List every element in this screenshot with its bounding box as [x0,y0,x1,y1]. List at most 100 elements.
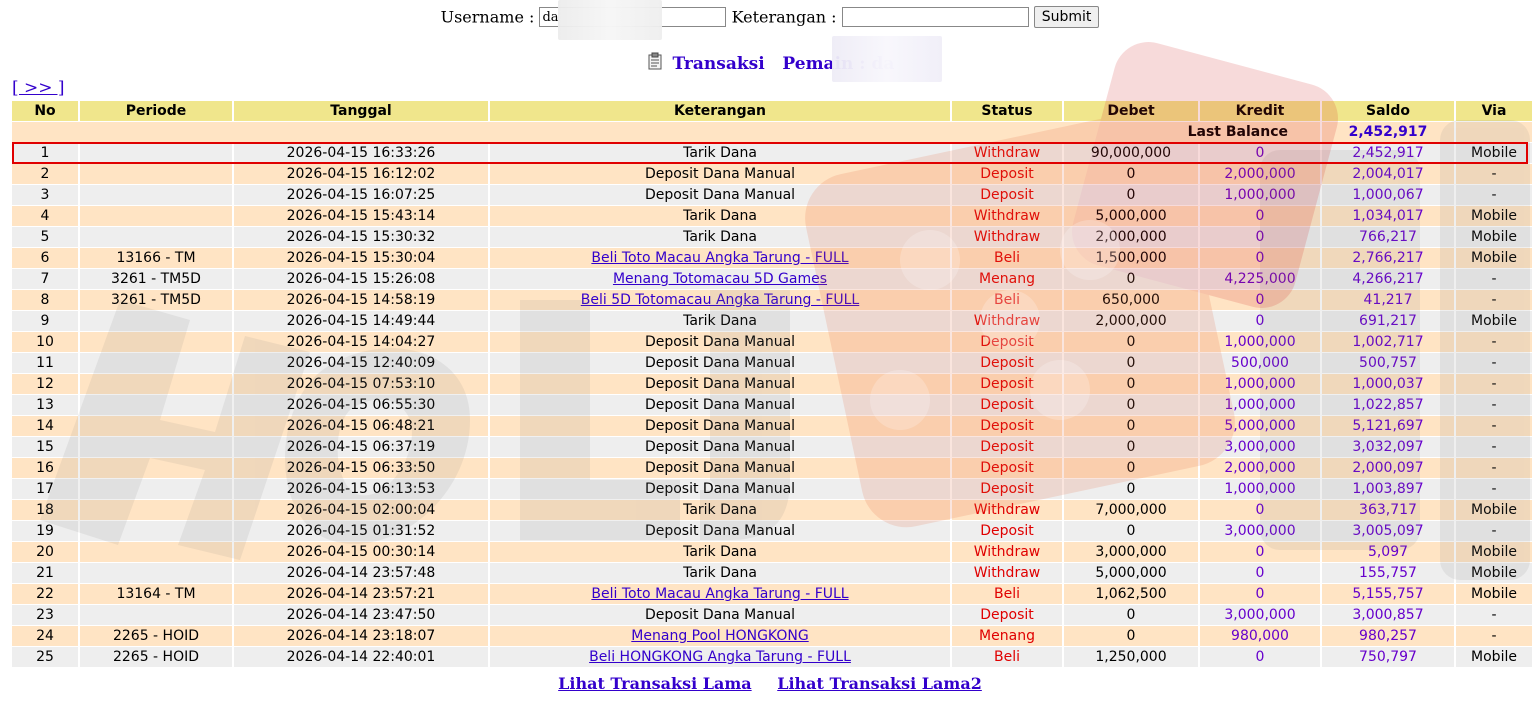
cell-periode [80,458,232,478]
cell-via: Mobile [1456,311,1532,331]
table-row: 21 2026-04-14 23:57:48 Tarik Dana Withdraw 5… [12,563,1532,583]
keterangan-link[interactable]: Beli Toto Macau Angka Tarung - FULL [591,250,848,266]
cell-kredit: 3,000,000 [1200,521,1320,541]
cell-saldo: 1,000,067 [1322,185,1454,205]
cell-periode [80,206,232,226]
cell-tanggal: 2026-04-15 16:07:25 [234,185,488,205]
cell-kredit: 500,000 [1200,353,1320,373]
table-row: 14 2026-04-15 06:48:21 Deposit Dana Manual… [12,416,1532,436]
cell-tanggal: 2026-04-14 23:47:50 [234,605,488,625]
cell-status: Deposit [952,458,1062,478]
cell-keterangan: Deposit Dana Manual [490,353,950,373]
cell-kredit: 1,000,000 [1200,185,1320,205]
cell-tanggal: 2026-04-15 15:30:04 [234,248,488,268]
cell-via: - [1456,290,1532,310]
keterangan-link[interactable]: Menang Totomacau 5D Games [613,271,827,287]
table-row: 15 2026-04-15 06:37:19 Deposit Dana Manual… [12,437,1532,457]
cell-saldo: 363,717 [1322,500,1454,520]
keterangan-link[interactable]: Menang Pool HONGKONG [631,628,808,644]
cell-via: Mobile [1456,500,1532,520]
cell-keterangan: Tarik Dana [490,227,950,247]
cell-debet: 0 [1064,185,1198,205]
cell-via: - [1456,605,1532,625]
cell-debet: 5,000,000 [1064,563,1198,583]
cell-no: 16 [12,458,78,478]
cell-keterangan: Deposit Dana Manual [490,521,950,541]
cell-tanggal: 2026-04-14 23:57:48 [234,563,488,583]
cell-periode [80,395,232,415]
cell-kredit: 2,000,000 [1200,164,1320,184]
cell-tanggal: 2026-04-14 22:40:01 [234,647,488,667]
cell-status: Withdraw [952,206,1062,226]
cell-no: 13 [12,395,78,415]
last-balance-label: Last Balance [12,122,1320,142]
cell-periode [80,311,232,331]
cell-via: Mobile [1456,206,1532,226]
cell-saldo: 980,257 [1322,626,1454,646]
keterangan-label: Keterangan : [731,7,837,27]
cell-periode [80,353,232,373]
cell-via: Mobile [1456,542,1532,562]
cell-periode [80,185,232,205]
keterangan-field[interactable] [841,7,1029,27]
table-row: 7 3261 - TM5D 2026-04-15 15:26:08 Menang To… [12,269,1532,289]
cell-keterangan: Deposit Dana Manual [490,416,950,436]
cell-saldo: 4,266,217 [1322,269,1454,289]
cell-kredit: 3,000,000 [1200,437,1320,457]
cell-keterangan: Tarik Dana [490,500,950,520]
cell-status: Beli [952,290,1062,310]
cell-keterangan: Deposit Dana Manual [490,374,950,394]
cell-tanggal: 2026-04-15 06:33:50 [234,458,488,478]
keterangan-link[interactable]: Beli Toto Macau Angka Tarung - FULL [591,586,848,602]
next-page-link[interactable]: [ >> ] [12,78,65,98]
cell-status: Deposit [952,605,1062,625]
table-row: 23 2026-04-14 23:47:50 Deposit Dana Manual… [12,605,1532,625]
cell-no: 6 [12,248,78,268]
cell-tanggal: 2026-04-14 23:57:21 [234,584,488,604]
cell-no: 20 [12,542,78,562]
cell-status: Menang [952,626,1062,646]
cell-keterangan: Tarik Dana [490,143,950,163]
cell-periode: 13164 - TM [80,584,232,604]
cell-keterangan: Deposit Dana Manual [490,437,950,457]
last-balance-row: Last Balance 2,452,917 [12,122,1532,142]
page-title: Transaksi Pemain : da [0,52,1540,76]
cell-via: Mobile [1456,143,1532,163]
cell-saldo: 3,005,097 [1322,521,1454,541]
cell-via: Mobile [1456,647,1532,667]
old-transactions-link[interactable]: Lihat Transaksi Lama [558,674,752,693]
keterangan-link[interactable]: Beli HONGKONG Angka Tarung - FULL [589,649,851,665]
cell-status: Deposit [952,353,1062,373]
cell-saldo: 2,766,217 [1322,248,1454,268]
submit-button[interactable]: Submit [1033,6,1100,28]
cell-via: Mobile [1456,563,1532,583]
keterangan-link[interactable]: Beli 5D Totomacau Angka Tarung - FULL [581,292,859,308]
table-row: 17 2026-04-15 06:13:53 Deposit Dana Manual… [12,479,1532,499]
cell-debet: 7,000,000 [1064,500,1198,520]
cell-tanggal: 2026-04-15 06:55:30 [234,395,488,415]
cell-no: 19 [12,521,78,541]
cell-status: Beli [952,647,1062,667]
cell-status: Deposit [952,437,1062,457]
cell-keterangan: Tarik Dana [490,563,950,583]
cell-tanggal: 2026-04-15 00:30:14 [234,542,488,562]
cell-no: 1 [12,143,78,163]
old-transactions-link-2[interactable]: Lihat Transaksi Lama2 [777,674,982,693]
table-row: 1 2026-04-15 16:33:26 Tarik Dana Withdraw 90… [12,143,1532,163]
cell-no: 10 [12,332,78,352]
cell-status: Withdraw [952,500,1062,520]
cell-keterangan: Tarik Dana [490,206,950,226]
cell-tanggal: 2026-04-15 14:04:27 [234,332,488,352]
cell-debet: 1,062,500 [1064,584,1198,604]
cell-status: Deposit [952,185,1062,205]
cell-debet: 2,000,000 [1064,311,1198,331]
cell-tanggal: 2026-04-15 06:13:53 [234,479,488,499]
cell-saldo: 1,022,857 [1322,395,1454,415]
cell-status: Deposit [952,479,1062,499]
cell-keterangan: Deposit Dana Manual [490,332,950,352]
cell-saldo: 500,757 [1322,353,1454,373]
cell-kredit: 2,000,000 [1200,458,1320,478]
cell-via: Mobile [1456,227,1532,247]
table-header-row: No Periode Tanggal Keterangan Status Deb… [12,101,1532,121]
cell-tanggal: 2026-04-15 06:37:19 [234,437,488,457]
